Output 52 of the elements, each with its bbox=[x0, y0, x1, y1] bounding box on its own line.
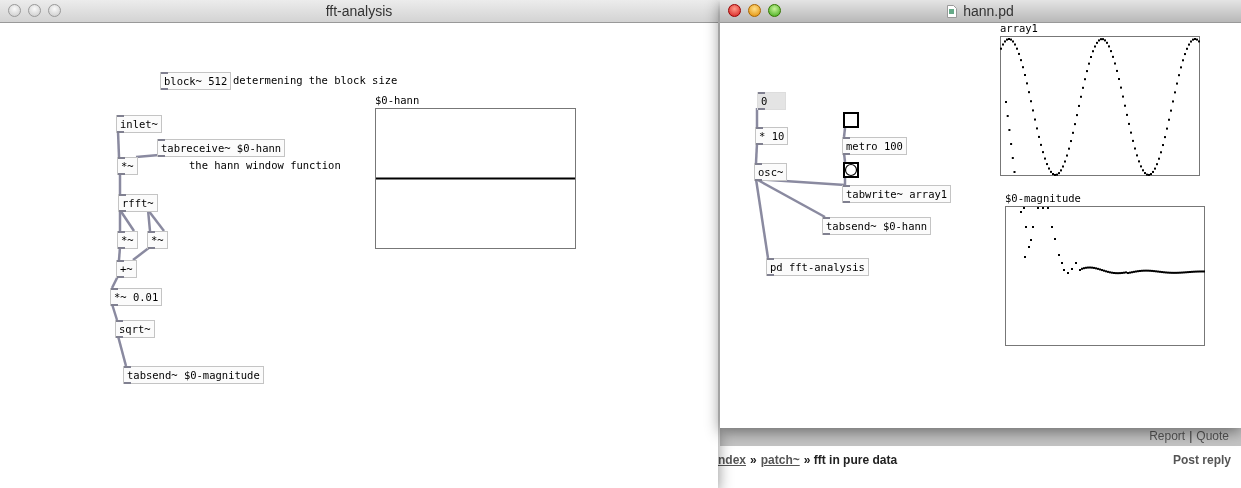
array-graph[interactable] bbox=[375, 108, 576, 249]
breadcrumb-link[interactable]: ndex bbox=[718, 453, 746, 467]
window-title: fft-analysis bbox=[325, 3, 393, 19]
minimize-button[interactable] bbox=[748, 4, 761, 17]
bang[interactable] bbox=[843, 162, 859, 178]
page-link[interactable]: Quote bbox=[1196, 428, 1229, 443]
patch-cord bbox=[132, 246, 151, 261]
page-link[interactable]: Report bbox=[1149, 428, 1186, 443]
object-box[interactable]: metro 100 bbox=[842, 137, 907, 155]
array-name: $0-hann bbox=[375, 94, 420, 106]
separator-text: | bbox=[1189, 428, 1193, 443]
object-box[interactable]: * 10 bbox=[755, 127, 789, 145]
object-box[interactable]: osc~ bbox=[754, 163, 788, 181]
object-box[interactable]: +~ bbox=[116, 260, 137, 278]
comment-text: the hann window function bbox=[189, 159, 341, 171]
zoom-button[interactable] bbox=[48, 4, 61, 17]
window-title: hann.pd bbox=[963, 3, 1014, 19]
document-icon bbox=[947, 4, 958, 18]
breadcrumb-link[interactable]: patch~ bbox=[760, 453, 800, 467]
object-box[interactable]: tabwrite~ array1 bbox=[842, 185, 952, 203]
close-button[interactable] bbox=[728, 4, 741, 17]
comment-text: determening the block size bbox=[233, 74, 398, 86]
patch-cord bbox=[754, 142, 759, 164]
object-box[interactable]: tabsend~ $0-magnitude bbox=[123, 366, 264, 384]
number-box[interactable]: 0 bbox=[757, 92, 787, 110]
minimize-button[interactable] bbox=[28, 4, 41, 17]
patch-cord bbox=[116, 335, 128, 367]
array-graph[interactable] bbox=[1005, 206, 1205, 346]
patch-cord bbox=[118, 173, 122, 194]
object-box[interactable]: block~ 512 bbox=[160, 72, 232, 90]
zoom-button[interactable] bbox=[768, 4, 781, 17]
breadcrumb-current: » fft in pure data bbox=[803, 453, 898, 467]
object-box[interactable]: *~ bbox=[117, 231, 138, 249]
object-box[interactable]: sqrt~ bbox=[115, 320, 155, 338]
toggle[interactable] bbox=[843, 112, 859, 128]
patch-cord bbox=[116, 130, 121, 158]
object-box[interactable]: tabreceive~ $0-hann bbox=[157, 139, 286, 157]
patch-cord bbox=[755, 108, 759, 127]
patch-cord bbox=[135, 153, 160, 159]
patch-cord bbox=[842, 127, 847, 138]
object-box[interactable]: *~ bbox=[147, 231, 168, 249]
object-box[interactable]: tabsend~ $0-hann bbox=[822, 217, 932, 235]
object-box[interactable]: inlet~ bbox=[116, 115, 162, 133]
object-box[interactable]: rfft~ bbox=[118, 194, 158, 212]
object-box[interactable]: *~ bbox=[117, 157, 138, 175]
breadcrumb-separator: » bbox=[750, 453, 757, 467]
array-name: array1 bbox=[1000, 22, 1038, 34]
post-reply-link[interactable]: Post reply bbox=[1172, 453, 1231, 467]
array-graph[interactable] bbox=[1000, 36, 1200, 176]
object-box[interactable]: *~ 0.01 bbox=[110, 288, 163, 306]
array-name: $0-magnitude bbox=[1005, 192, 1081, 204]
object-box[interactable]: pd fft-analysis bbox=[766, 258, 869, 276]
